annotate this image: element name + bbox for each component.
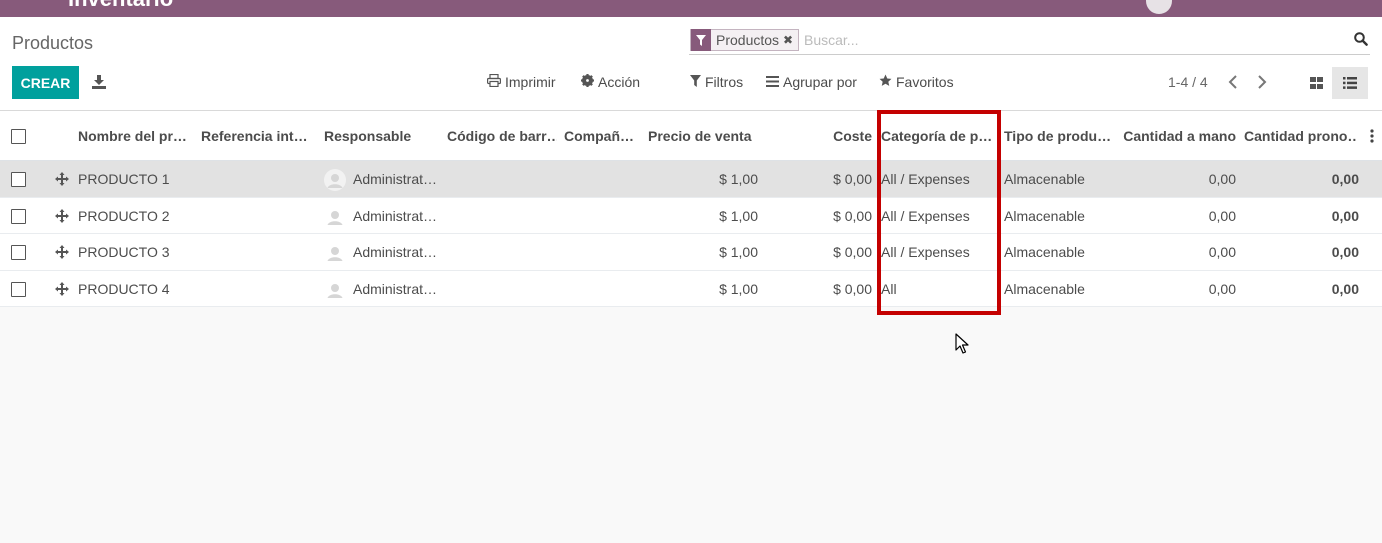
pager-value[interactable]: 1-4 / 4 [1168, 74, 1208, 90]
facet-label: Productos [716, 32, 780, 48]
column-header-cost[interactable]: Coste [770, 111, 872, 161]
action-button[interactable]: Acción [581, 74, 640, 90]
list-icon [766, 74, 779, 90]
cell-forecast-qty: 0,00 [1331, 171, 1359, 187]
cell-qty-on-hand: 0,00 [1208, 244, 1236, 260]
control-panel: Productos Productos ✖ CREAR Imprimir Acc… [0, 17, 1382, 111]
download-icon[interactable] [92, 75, 106, 92]
row-checkbox[interactable] [11, 245, 26, 260]
cell-forecast-qty: 0,00 [1331, 207, 1359, 224]
product-list-table: Nombre del pr… Referencia int… Responsab… [0, 111, 1382, 307]
column-header-qty-on-hand[interactable]: Cantidad a mano [1118, 111, 1236, 161]
group-by-button[interactable]: Agrupar por [766, 74, 857, 90]
column-header-name[interactable]: Nombre del pr… [78, 111, 190, 161]
cell-sale-price: $ 1,00 [719, 244, 758, 260]
print-icon [487, 73, 502, 90]
action-label: Acción [598, 74, 641, 90]
table-row[interactable]: PRODUCTO 3 Administrat… $ 1,00 $ 0,00 Al… [0, 234, 1382, 271]
cell-responsible: Administrat… [353, 207, 438, 224]
category-column-highlight [877, 110, 1001, 315]
cell-product-type: Almacenable [1004, 244, 1085, 260]
column-header-product-type[interactable]: Tipo de produ… [1004, 111, 1116, 161]
search-facet[interactable]: Productos ✖ [690, 29, 800, 51]
cell-qty-on-hand: 0,00 [1208, 171, 1236, 187]
cell-product-type: Almacenable [1004, 171, 1085, 187]
cell-cost: $ 0,00 [833, 207, 872, 224]
print-button[interactable]: Imprimir [487, 73, 556, 90]
kebab-icon[interactable] [1370, 129, 1374, 146]
column-header-barcode[interactable]: Código de barr… [447, 111, 557, 161]
cell-name: PRODUCTO 1 [78, 171, 170, 187]
filters-button[interactable]: Filtros [690, 74, 743, 90]
table-row[interactable]: PRODUCTO 1 Administrat… $ 1,00 $ 0,00 Al… [0, 161, 1382, 198]
cell-qty-on-hand: 0,00 [1208, 280, 1236, 297]
cell-name: PRODUCTO 2 [78, 207, 170, 224]
cell-cost: $ 0,00 [833, 171, 872, 187]
cell-responsible: Administrat… [353, 171, 438, 187]
list-view-icon [1343, 77, 1357, 89]
column-header-sale-price[interactable]: Precio de venta [648, 111, 760, 161]
drag-handle-icon[interactable] [55, 281, 69, 299]
group-by-label: Agrupar por [783, 74, 857, 90]
drag-handle-icon[interactable] [55, 172, 69, 189]
cell-cost: $ 0,00 [833, 280, 872, 297]
search-input[interactable] [804, 29, 1324, 51]
avatar-icon [324, 242, 346, 267]
gear-icon [581, 74, 594, 90]
cell-sale-price: $ 1,00 [719, 171, 758, 187]
row-checkbox[interactable] [11, 172, 26, 187]
user-avatar[interactable] [1146, 0, 1172, 14]
search-bar: Productos ✖ [689, 29, 1370, 55]
cell-forecast-qty: 0,00 [1331, 244, 1359, 260]
table-row[interactable]: PRODUCTO 4 Administrat… $ 1,00 $ 0,00 Al… [0, 270, 1382, 307]
kanban-view-button[interactable] [1301, 67, 1331, 99]
column-header-company[interactable]: Compañ… [564, 111, 640, 161]
favorites-button[interactable]: Favoritos [879, 74, 954, 90]
cell-qty-on-hand: 0,00 [1208, 207, 1236, 224]
star-icon [879, 74, 892, 90]
table-header: Nombre del pr… Referencia int… Responsab… [0, 111, 1382, 161]
select-all-checkbox[interactable] [11, 129, 26, 144]
cell-responsible: Administrat… [353, 244, 438, 260]
table-body: PRODUCTO 1 Administrat… $ 1,00 $ 0,00 Al… [0, 161, 1382, 307]
cell-product-type: Almacenable [1004, 207, 1085, 224]
column-header-responsible[interactable]: Responsable [324, 111, 434, 161]
create-button[interactable]: CREAR [12, 66, 79, 99]
row-checkbox[interactable] [11, 208, 26, 224]
avatar-icon [324, 206, 346, 231]
table-row[interactable]: PRODUCTO 2 Administrat… $ 1,00 $ 0,00 Al… [0, 197, 1382, 234]
chevron-right-icon[interactable] [1257, 75, 1267, 92]
cell-forecast-qty: 0,00 [1331, 280, 1359, 297]
kanban-icon [1309, 77, 1323, 89]
cell-sale-price: $ 1,00 [719, 280, 758, 297]
print-label: Imprimir [505, 74, 556, 90]
cell-responsible: Administrat… [353, 280, 438, 297]
cell-name: PRODUCTO 3 [78, 244, 170, 260]
mouse-cursor-icon [955, 333, 969, 358]
filters-label: Filtros [705, 74, 744, 90]
cell-sale-price: $ 1,00 [719, 207, 758, 224]
filter-icon [691, 29, 711, 51]
page-title: Productos [12, 33, 94, 53]
drag-handle-icon[interactable] [55, 208, 69, 226]
cell-cost: $ 0,00 [833, 244, 872, 260]
list-view-button[interactable] [1332, 67, 1368, 99]
drag-handle-icon[interactable] [55, 245, 69, 262]
facet-remove-icon[interactable]: ✖ [783, 33, 798, 47]
cell-name: PRODUCTO 4 [78, 280, 170, 297]
column-header-reference[interactable]: Referencia int… [201, 111, 311, 161]
search-icon[interactable] [1354, 32, 1368, 49]
filter-icon [690, 74, 701, 90]
app-title[interactable]: Inventario [68, 0, 173, 12]
favorites-label: Favoritos [896, 74, 954, 90]
row-checkbox[interactable] [11, 281, 26, 297]
chevron-left-icon[interactable] [1228, 75, 1238, 92]
avatar-icon [324, 169, 346, 194]
top-navbar: Inventario [0, 0, 1382, 17]
cell-product-type: Almacenable [1004, 280, 1085, 297]
avatar-icon [324, 279, 346, 304]
column-header-forecast-qty[interactable]: Cantidad prono… [1244, 111, 1356, 161]
